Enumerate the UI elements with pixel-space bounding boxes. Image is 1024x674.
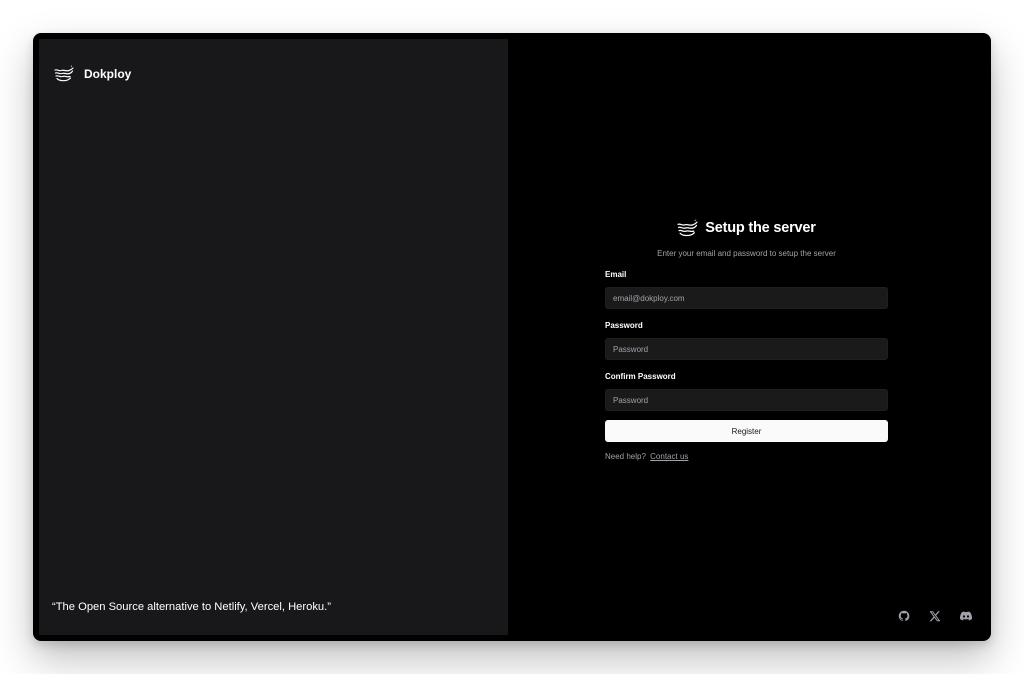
social-links <box>898 610 972 622</box>
x-icon[interactable] <box>929 610 941 622</box>
brand: Dokploy <box>54 65 131 82</box>
setup-form: Setup the server Enter your email and pa… <box>605 219 888 461</box>
dokploy-logo-icon <box>54 65 74 82</box>
form-subtitle: Enter your email and password to setup t… <box>657 249 836 258</box>
password-label: Password <box>605 321 643 330</box>
contact-us-link[interactable]: Contact us <box>650 452 688 461</box>
help-row: Need help? Contact us <box>605 452 888 461</box>
tagline-quote: “The Open Source alternative to Netlify,… <box>52 601 331 613</box>
email-label: Email <box>605 270 627 279</box>
password-field[interactable] <box>605 338 888 360</box>
confirm-password-field[interactable] <box>605 389 888 411</box>
left-panel: Dokploy “The Open Source alternative to … <box>39 39 508 635</box>
register-button[interactable]: Register <box>605 420 888 442</box>
right-panel: Setup the server Enter your email and pa… <box>508 33 991 641</box>
app-window: Dokploy “The Open Source alternative to … <box>33 33 991 641</box>
dokploy-logo-icon <box>677 219 698 237</box>
form-heading: Setup the server <box>605 219 888 237</box>
email-field[interactable] <box>605 287 888 309</box>
confirm-password-label: Confirm Password <box>605 372 676 381</box>
page-title: Setup the server <box>705 220 816 236</box>
discord-icon[interactable] <box>960 610 972 622</box>
help-text: Need help? <box>605 452 646 461</box>
brand-name: Dokploy <box>84 66 132 81</box>
github-icon[interactable] <box>898 610 910 622</box>
